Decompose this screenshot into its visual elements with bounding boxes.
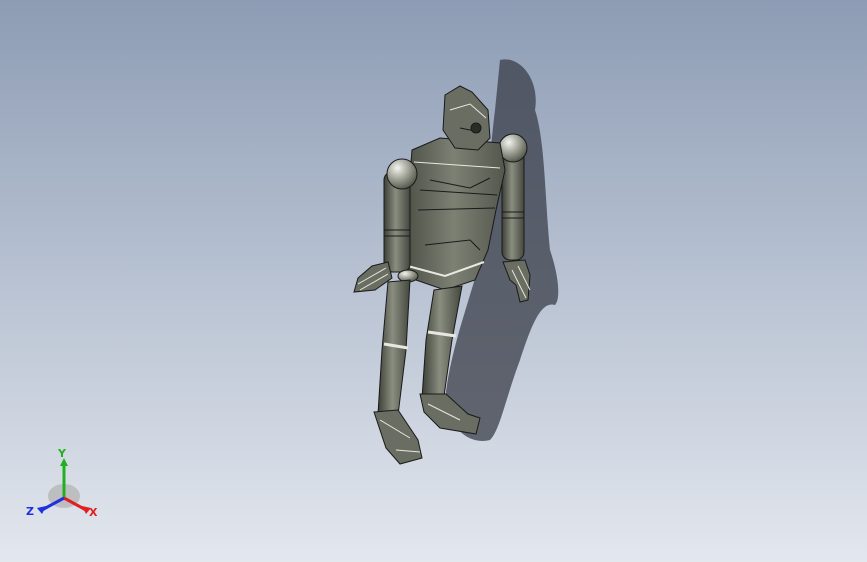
axis-triad[interactable]: Y Z X <box>26 448 102 524</box>
z-axis-label: Z <box>26 505 34 518</box>
robot-model[interactable] <box>0 0 867 562</box>
x-axis-label: X <box>89 506 98 519</box>
cad-viewport[interactable]: Y Z X <box>0 0 867 562</box>
y-axis-label: Y <box>58 447 66 460</box>
left-leg[interactable] <box>377 279 411 416</box>
left-hand[interactable] <box>353 261 393 293</box>
head[interactable] <box>442 85 491 151</box>
right-arm[interactable] <box>498 133 528 261</box>
left-foot[interactable] <box>373 409 423 465</box>
